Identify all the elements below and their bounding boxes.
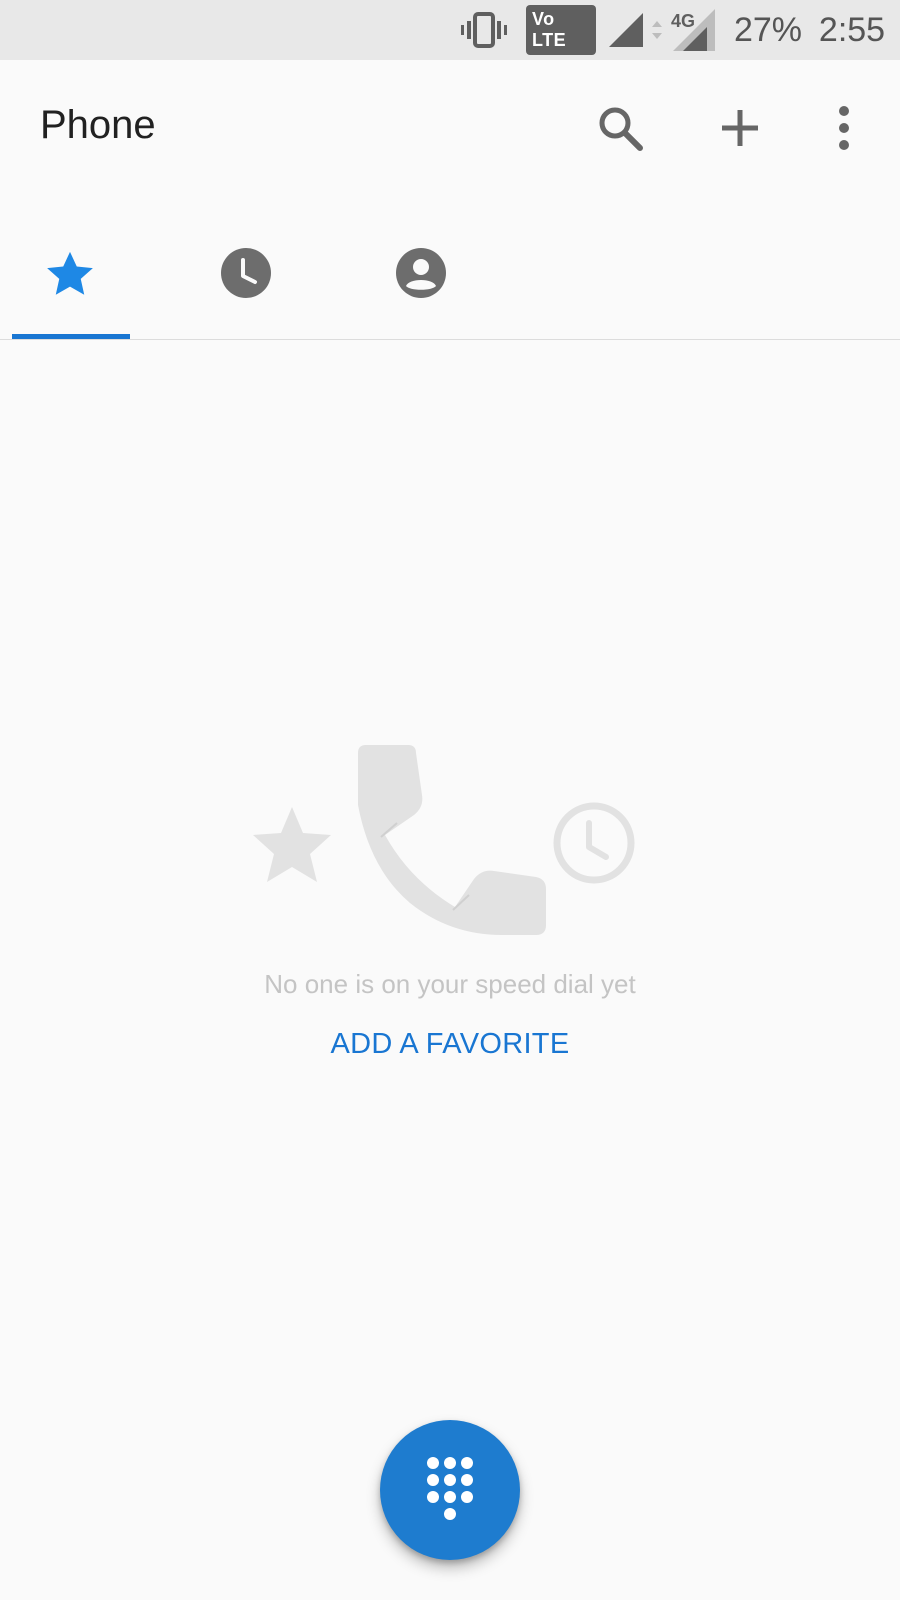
empty-state-message: No one is on your speed dial yet: [264, 969, 636, 999]
volte-label: Vo LTE: [526, 5, 596, 55]
tab-divider: [0, 339, 900, 340]
empty-state-illustration: [240, 745, 660, 955]
status-time: 2:55: [818, 10, 886, 49]
tab-speed-dial[interactable]: [12, 230, 128, 336]
phone-app-screen: Vo LTE 4G 27% 2:55 Phone No one is on yo…: [0, 0, 900, 1600]
data-activity-icon: [650, 0, 664, 60]
signal-icon: [606, 0, 646, 60]
star-icon: [42, 246, 98, 307]
page-title: Phone: [40, 103, 156, 147]
dialpad-icon: [425, 1455, 475, 1526]
add-favorite-button[interactable]: ADD A FAVORITE: [300, 1028, 600, 1061]
star-icon: [253, 807, 331, 882]
tab-contacts[interactable]: [363, 230, 479, 336]
clock: 2:55: [812, 0, 892, 60]
clock-icon: [553, 802, 635, 884]
status-bar: Vo LTE 4G 27% 2:55: [0, 0, 900, 60]
add-icon[interactable]: [712, 100, 768, 156]
person-icon: [394, 246, 448, 305]
network-signal-icon: 4G: [668, 0, 718, 60]
clock-icon: [219, 246, 273, 305]
more-vert-icon[interactable]: [816, 100, 872, 156]
dialpad-button[interactable]: [380, 1420, 520, 1560]
battery-percent: 27%: [733, 10, 803, 49]
tab-recents[interactable]: [188, 230, 304, 336]
battery-level: 27%: [732, 0, 804, 60]
phone-icon: [358, 745, 546, 935]
volte-indicator: Vo LTE: [526, 0, 596, 60]
search-icon[interactable]: [592, 100, 648, 156]
network-type-label: 4G: [671, 11, 695, 31]
vibrate-icon: [458, 0, 510, 60]
